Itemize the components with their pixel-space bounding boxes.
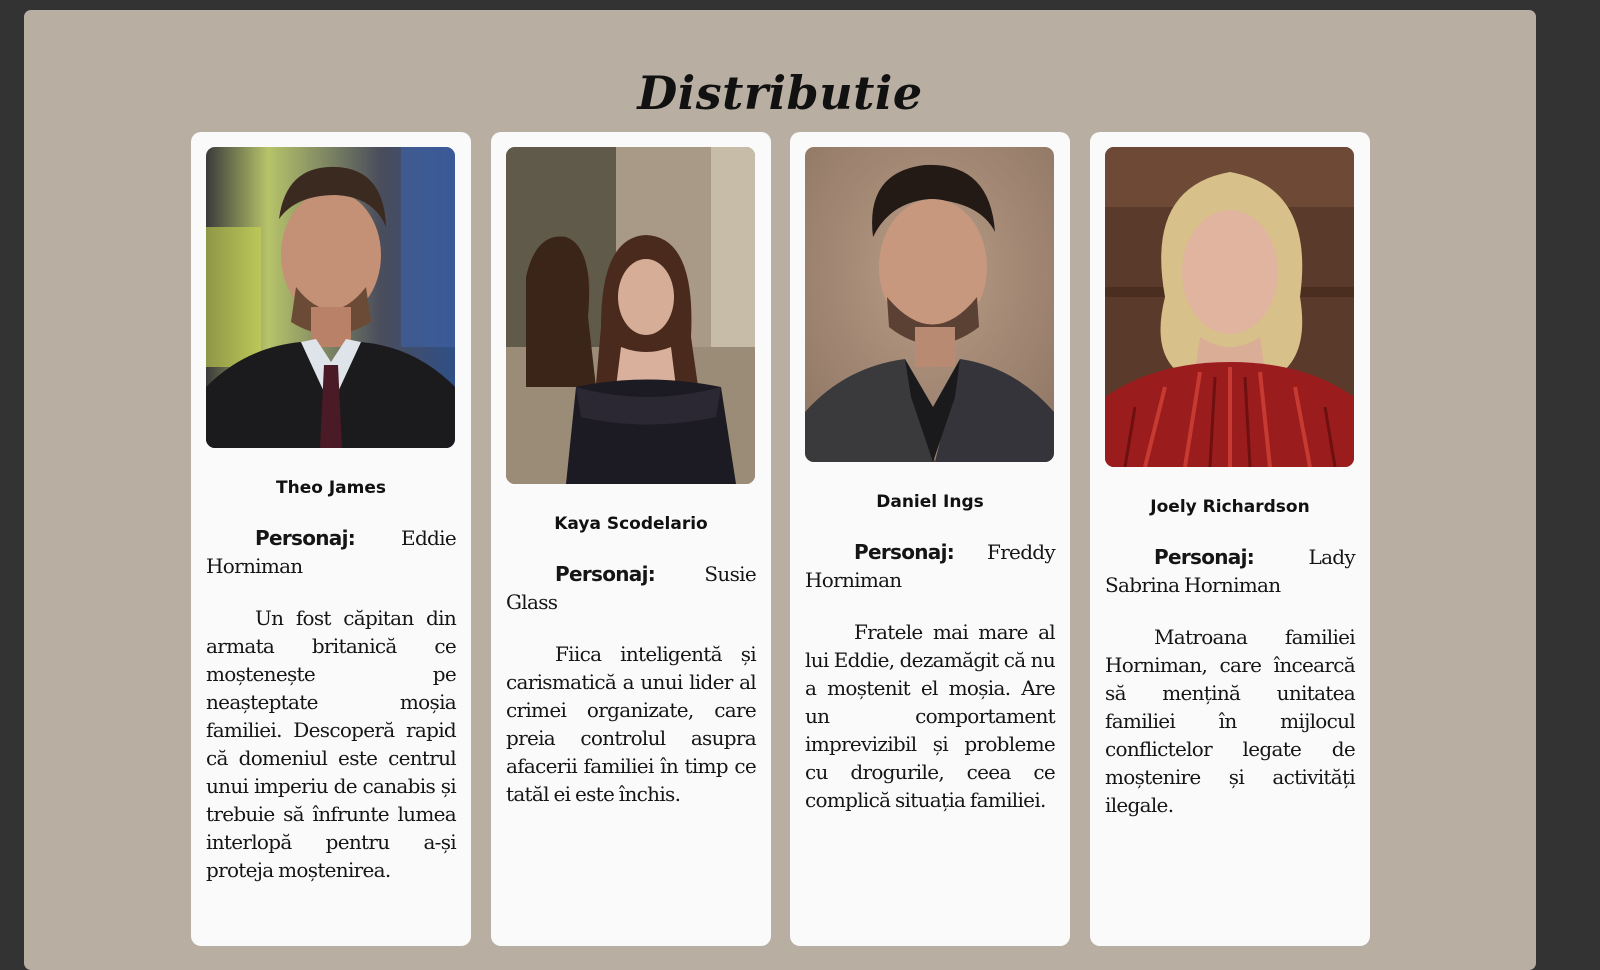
character-line: Personaj: Lady Sabrina Horniman bbox=[1105, 543, 1356, 599]
character-label: Personaj: bbox=[854, 540, 955, 564]
cast-card: Daniel Ings Personaj: Freddy Horniman Fr… bbox=[790, 132, 1070, 946]
cast-card: Joely Richardson Personaj: Lady Sabrina … bbox=[1090, 132, 1370, 946]
actor-name: Joely Richardson bbox=[1150, 497, 1310, 517]
section-title: Distributie bbox=[637, 66, 923, 120]
portrait-woman-dark-dress-icon bbox=[506, 147, 755, 484]
character-description: Fiica inteligentă și carismatică a unui … bbox=[506, 642, 757, 806]
portrait-man-tweed-jacket-icon bbox=[805, 147, 1054, 462]
actor-name: Daniel Ings bbox=[876, 492, 984, 512]
cast-card: Kaya Scodelario Personaj: Susie Glass Fi… bbox=[491, 132, 771, 946]
character-line: Personaj: Susie Glass bbox=[506, 560, 757, 616]
character-description: Un fost căpitan din armata britanică ce … bbox=[206, 606, 457, 882]
actor-name: Theo James bbox=[276, 478, 386, 498]
character-label: Personaj: bbox=[1154, 545, 1255, 569]
cast-section: Distributie Theo James Personaj: Eddie H… bbox=[24, 10, 1536, 970]
page-scrollbar[interactable] bbox=[1582, 0, 1600, 943]
character-description: Fratele mai mare al lui Eddie, dezamăgit… bbox=[805, 620, 1056, 812]
cast-card: Theo James Personaj: Eddie Horniman Un f… bbox=[191, 132, 471, 946]
portrait-woman-red-dress-icon bbox=[1105, 147, 1354, 467]
character-line: Personaj: Eddie Horniman bbox=[206, 524, 457, 580]
character-label: Personaj: bbox=[555, 562, 656, 586]
character-description: Matroana familiei Horniman, care încearc… bbox=[1105, 625, 1356, 817]
character-line: Personaj: Freddy Horniman bbox=[805, 538, 1056, 594]
portrait-man-suit-icon bbox=[206, 147, 455, 448]
actor-name: Kaya Scodelario bbox=[554, 514, 708, 534]
character-label: Personaj: bbox=[255, 526, 356, 550]
